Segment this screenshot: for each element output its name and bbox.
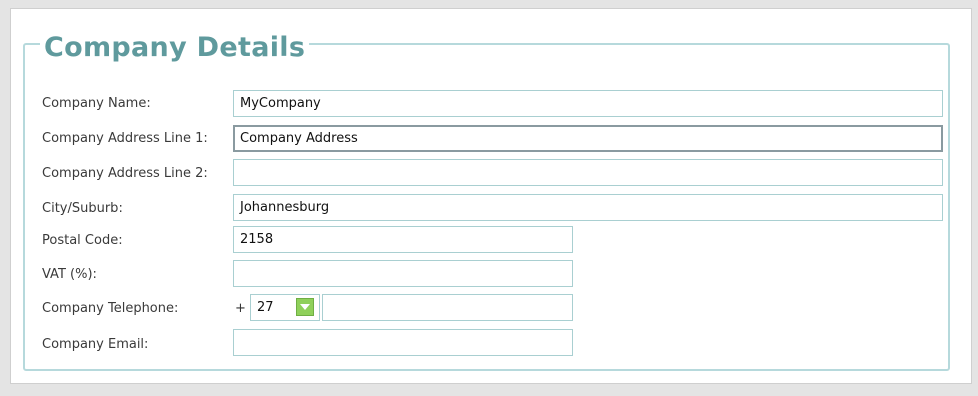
- company-name-label: Company Name:: [42, 96, 151, 111]
- postal-code-input[interactable]: 2158: [233, 226, 573, 253]
- city-suburb-input[interactable]: Johannesburg: [233, 194, 943, 221]
- address-line-1-input[interactable]: Company Address: [233, 125, 943, 152]
- chevron-down-icon[interactable]: [296, 298, 314, 316]
- vat-input[interactable]: [233, 260, 573, 287]
- telephone-number-input[interactable]: [322, 294, 573, 321]
- email-label: Company Email:: [42, 337, 149, 352]
- address-line-2-input[interactable]: [233, 159, 943, 186]
- email-input[interactable]: [233, 329, 573, 356]
- company-name-input[interactable]: MyCompany: [233, 90, 943, 117]
- address-line-2-label: Company Address Line 2:: [42, 166, 208, 181]
- telephone-label: Company Telephone:: [42, 301, 179, 316]
- vat-label: VAT (%):: [42, 267, 97, 282]
- section-title: Company Details: [40, 28, 310, 68]
- address-line-1-label: Company Address Line 1:: [42, 131, 208, 146]
- postal-code-label: Postal Code:: [42, 233, 123, 248]
- telephone-plus-prefix: +: [235, 301, 246, 316]
- city-suburb-label: City/Suburb:: [42, 201, 123, 216]
